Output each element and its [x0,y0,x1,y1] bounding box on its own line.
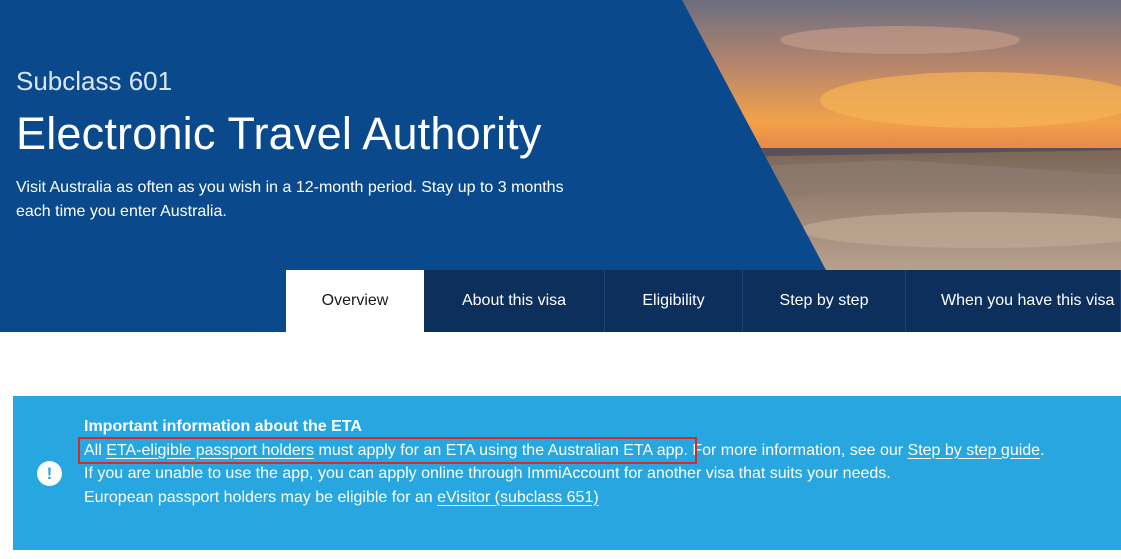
hero-description: Visit Australia as often as you wish in … [16,179,564,220]
notice-line-1-middle: must apply for an ETA using the Australi… [314,441,688,459]
notice-line-1-end: . [1040,441,1045,459]
tab-overview[interactable]: Overview [286,270,424,332]
hero-banner: Subclass 601 Electronic Travel Authority… [0,0,1121,332]
important-notice: ! Important information about the ETA Al… [13,396,1121,550]
page-title: Electronic Travel Authority [16,108,542,159]
tab-eligibility[interactable]: Eligibility [605,270,743,332]
tab-step-by-step[interactable]: Step by step [743,270,906,332]
notice-body: Important information about the ETA All … [84,415,1045,509]
notice-line-2: If you are unable to use the app, you ca… [84,465,891,482]
page: Subclass 601 Electronic Travel Authority… [0,0,1121,559]
eta-eligible-passport-holders-link[interactable]: ETA-eligible passport holders [106,442,314,459]
exclamation-circle-icon: ! [37,461,62,486]
hero-subtitle: Subclass 601 [16,66,173,96]
tab-about-this-visa[interactable]: About this visa [424,270,605,332]
hero-text: Subclass 601 Electronic Travel Authority… [16,64,616,224]
notice-line-3-prefix: European passport holders may be eligibl… [84,488,438,506]
step-by-step-guide-link[interactable]: Step by step guide [908,442,1041,459]
tab-bar: Overview About this visa Eligibility Ste… [286,270,1121,332]
tab-when-you-have-this-visa[interactable]: When you have this visa [906,270,1121,332]
notice-line-1-after: For more information, see our [687,441,908,459]
notice-line-3: European passport holders may be eligibl… [84,486,1045,510]
notice-line-1: All ETA-eligible passport holders must a… [84,439,1045,463]
notice-line-1-prefix: All [84,441,107,459]
evisitor-link[interactable]: eVisitor (subclass 651) [437,489,599,506]
notice-title: Important information about the ETA [84,418,362,435]
